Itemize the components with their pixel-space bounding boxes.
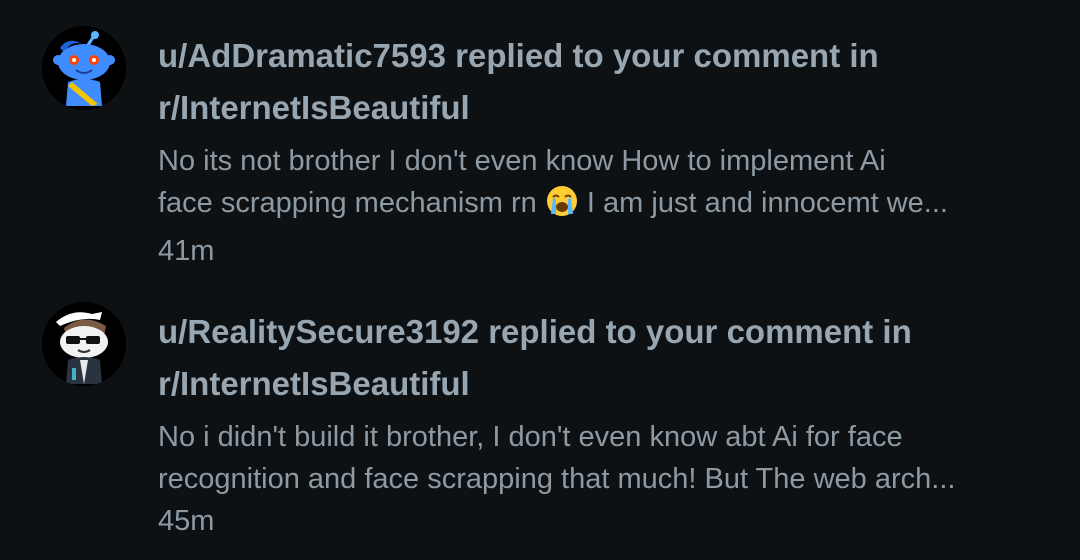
comment-preview: No its not brother I don't even know How…: [158, 140, 1038, 230]
action-text: replied to your comment in: [488, 313, 912, 350]
comment-line-2: recognition and face scrapping that much…: [158, 463, 956, 495]
action-text: replied to your comment in: [455, 37, 879, 74]
sunglasses-snoo-avatar-icon[interactable]: [42, 302, 126, 386]
notification-item[interactable]: u/RealitySecure3192 replied to your comm…: [0, 276, 1080, 548]
comment-line-1: No i didn't build it brother, I don't ev…: [158, 421, 903, 453]
timestamp: 41m: [158, 235, 215, 267]
username[interactable]: u/AdDramatic7593: [158, 37, 446, 74]
loudly-crying-face-emoji-icon: [545, 184, 579, 230]
timestamp: 45m: [158, 505, 215, 537]
comment-line-2-before: face scrapping mechanism rn: [158, 187, 537, 219]
subreddit-name[interactable]: r/InternetIsBeautiful: [158, 365, 470, 402]
comment-line-2: face scrapping mechanism rn I am just an…: [158, 182, 1038, 230]
notification-content: u/AdDramatic7593 replied to your comment…: [158, 30, 1038, 272]
comment-line-2-after: I am just and innocemt we...: [586, 187, 948, 219]
notification-title: u/AdDramatic7593 replied to your comment…: [158, 30, 1038, 134]
notification-title: u/RealitySecure3192 replied to your comm…: [158, 306, 1038, 410]
comment-preview: No i didn't build it brother, I don't ev…: [158, 416, 1038, 500]
username[interactable]: u/RealitySecure3192: [158, 313, 479, 350]
notification-list: u/AdDramatic7593 replied to your comment…: [0, 0, 1080, 560]
notification-item[interactable]: u/AdDramatic7593 replied to your comment…: [0, 0, 1080, 272]
subreddit-name[interactable]: r/InternetIsBeautiful: [158, 89, 470, 126]
blue-snoo-avatar-icon[interactable]: [42, 26, 126, 110]
comment-line-1: No its not brother I don't even know How…: [158, 145, 886, 177]
notification-content: u/RealitySecure3192 replied to your comm…: [158, 306, 1038, 542]
